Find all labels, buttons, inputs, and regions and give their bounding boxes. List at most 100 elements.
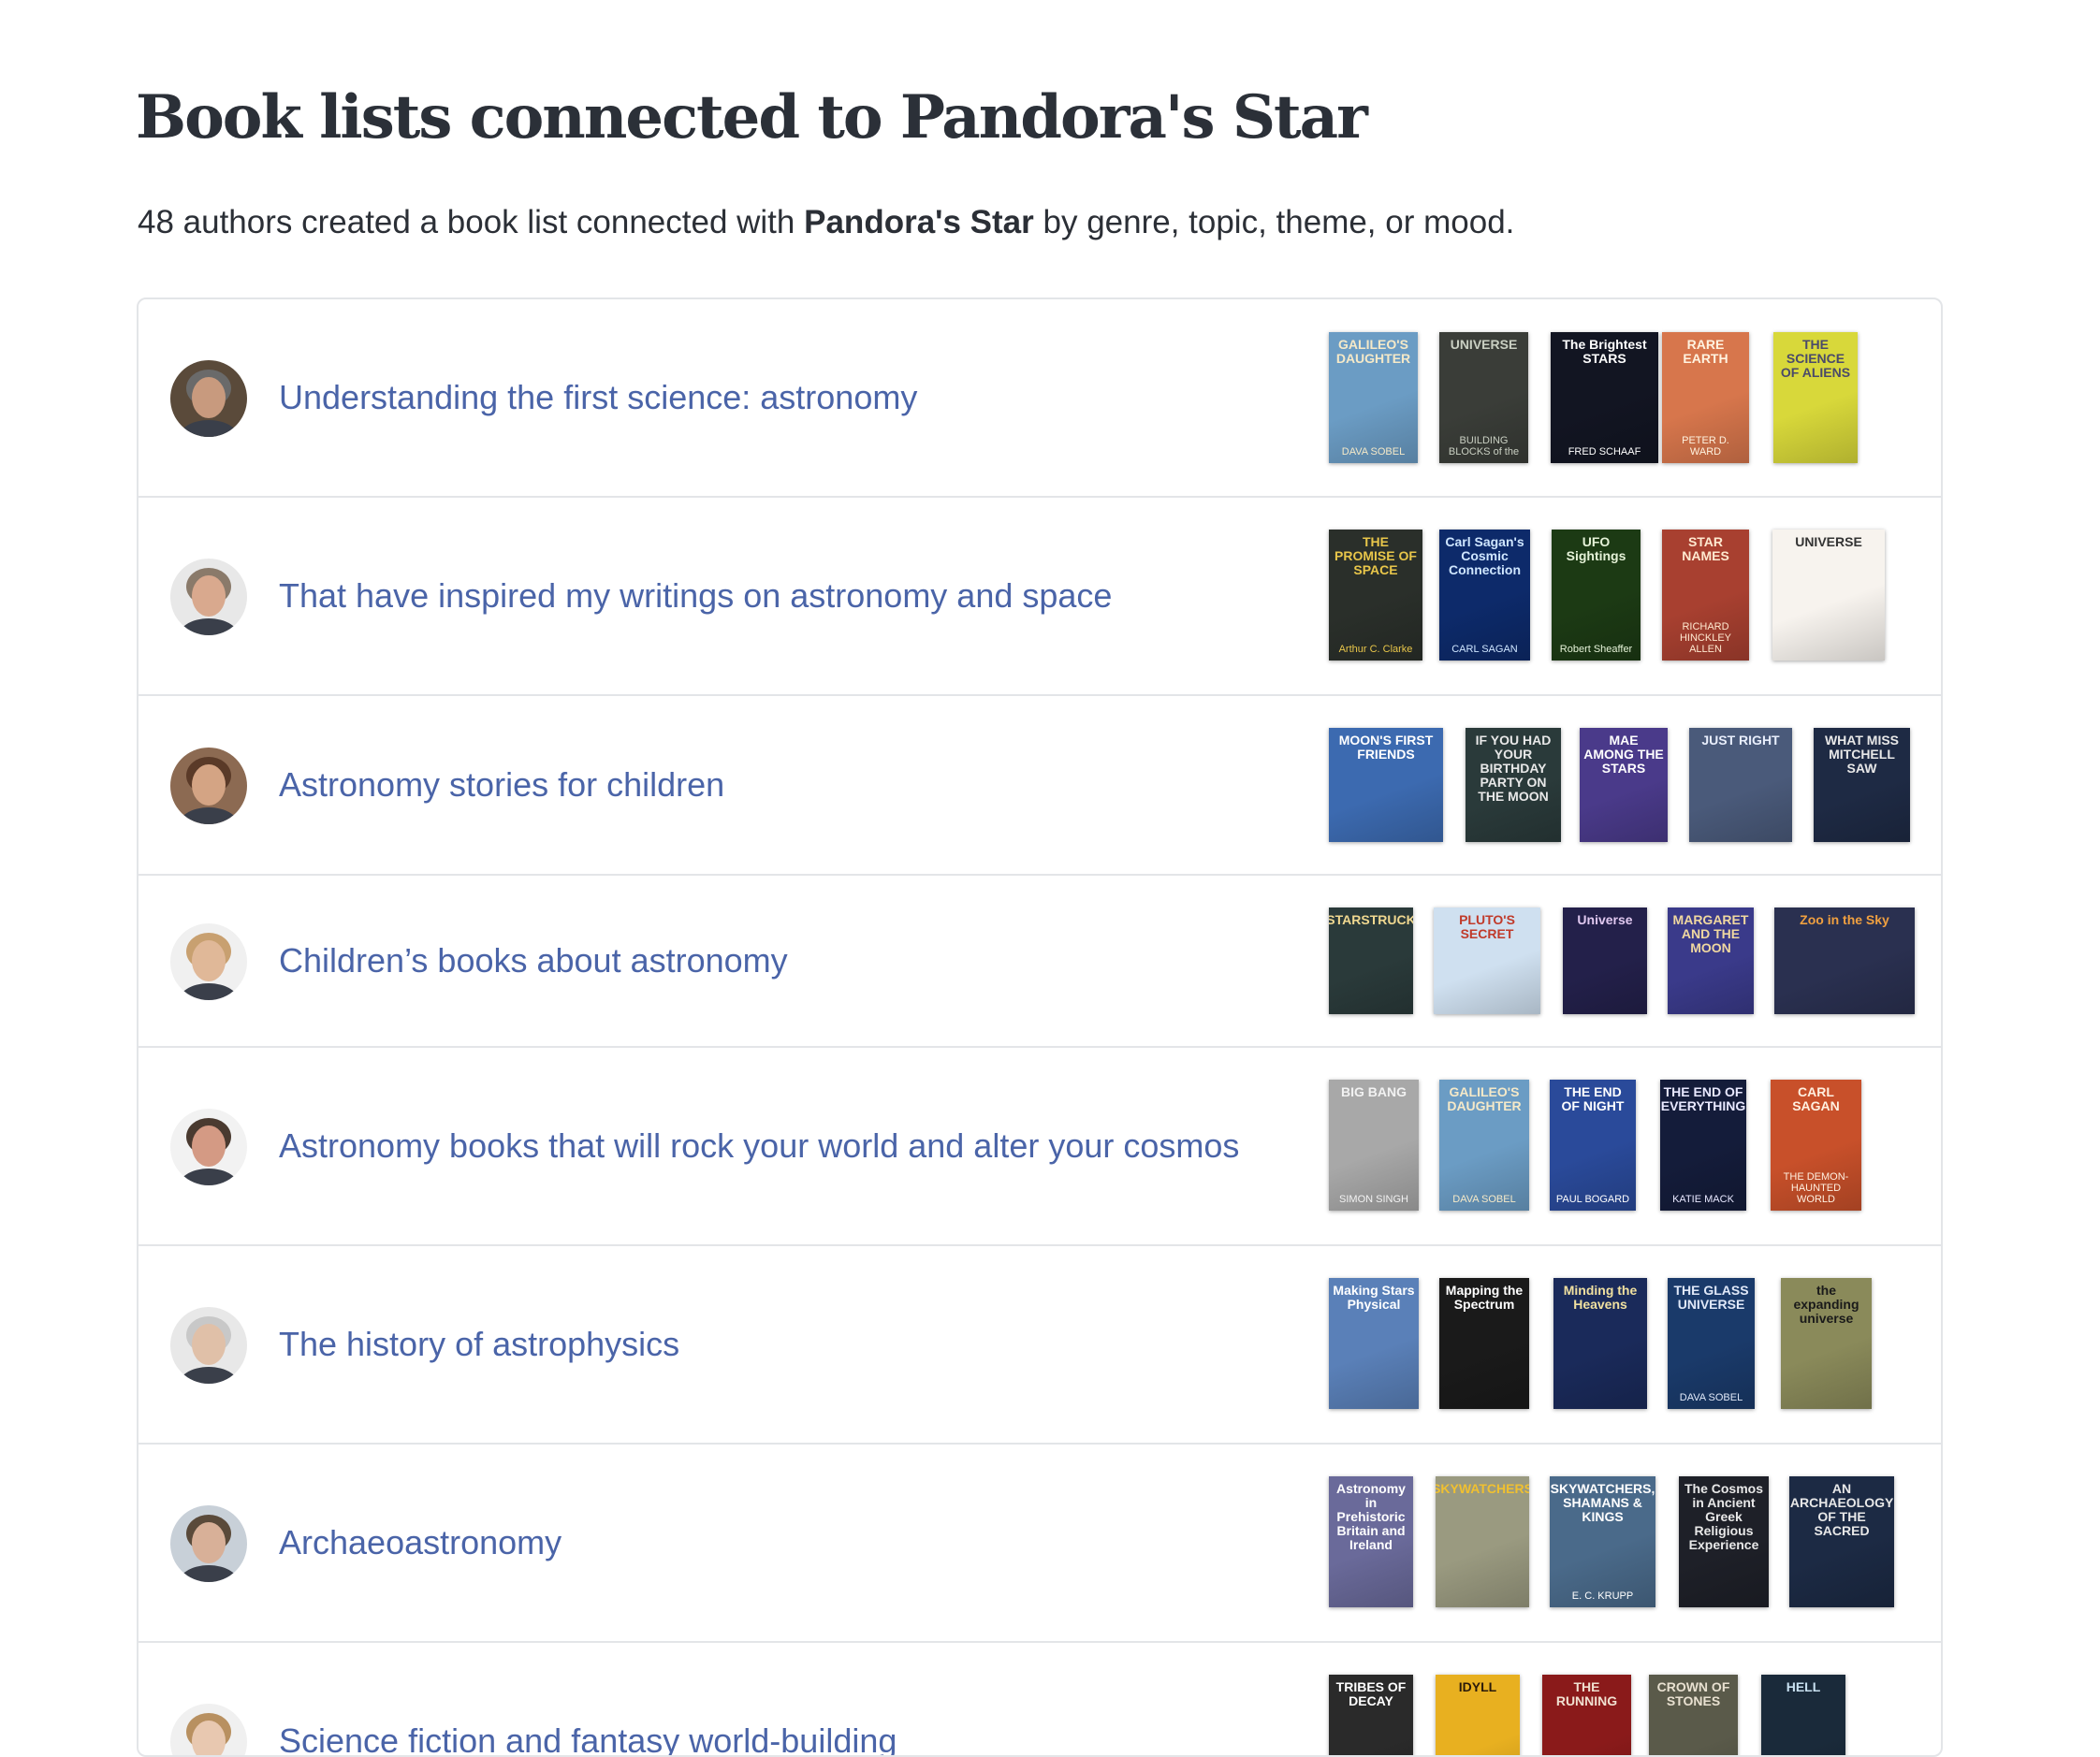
book-list-title-link[interactable]: Astronomy stories for children: [279, 765, 724, 805]
book-cover[interactable]: BIG BANG SIMON SINGH: [1329, 1080, 1419, 1211]
book-cover[interactable]: UNIVERSE BUILDING BLOCKS of the: [1439, 332, 1528, 463]
intro-book-title: Pandora's Star: [804, 204, 1034, 240]
book-cover-title: THE END OF EVERYTHING: [1660, 1084, 1746, 1113]
book-list-row[interactable]: Astronomy stories for children MOON'S FIR…: [139, 696, 1941, 876]
book-covers: Astronomy in Prehistoric Britain and Ire…: [1329, 1445, 1928, 1641]
book-cover[interactable]: TRIBES OF DECAYMICHAEL W. GARZA: [1329, 1675, 1413, 1755]
book-list-title-link[interactable]: Astronomy books that will rock your worl…: [279, 1126, 1239, 1166]
book-cover[interactable]: GALILEO'S DAUGHTER DAVA SOBEL: [1329, 332, 1418, 463]
book-cover-title: AN ARCHAEOLOGY OF THE SACRED: [1789, 1481, 1894, 1538]
book-cover[interactable]: Astronomy in Prehistoric Britain and Ire…: [1329, 1476, 1413, 1607]
book-cover-title: GALILEO'S DAUGHTER: [1335, 337, 1411, 366]
book-list-row[interactable]: Children’s books about astronomy STARSTRU…: [139, 876, 1941, 1048]
book-cover-title: CROWN OF STONES: [1656, 1679, 1730, 1708]
book-list-row[interactable]: Archaeoastronomy Astronomy in Prehistoric…: [139, 1445, 1941, 1643]
book-cover-title: Zoo in the Sky: [1800, 912, 1889, 927]
book-list-title-link[interactable]: Archaeoastronomy: [279, 1523, 561, 1562]
book-cover[interactable]: CROWN OF STONES: [1649, 1675, 1738, 1755]
book-list-title-link[interactable]: Children’s books about astronomy: [279, 941, 788, 980]
book-cover-author: SIMON SINGH: [1339, 1194, 1408, 1205]
author-avatar[interactable]: [170, 1109, 247, 1185]
book-cover[interactable]: IDYLL: [1436, 1675, 1520, 1755]
book-cover-title: Making Stars Physical: [1333, 1283, 1415, 1312]
book-cover-author: PETER D. WARD: [1682, 435, 1729, 457]
book-list-row[interactable]: Astronomy books that will rock your worl…: [139, 1048, 1941, 1246]
page-title: Book lists connected to Pandora's Star: [136, 82, 1368, 152]
book-cover[interactable]: AN ARCHAEOLOGY OF THE SACRED: [1789, 1476, 1894, 1607]
author-avatar[interactable]: [170, 559, 247, 635]
book-cover[interactable]: MAE AMONG THE STARS: [1580, 728, 1668, 842]
book-cover-title: STARSTRUCK: [1329, 912, 1413, 927]
book-cover[interactable]: Zoo in the Sky: [1774, 908, 1915, 1014]
book-cover[interactable]: UFO Sightings Robert Sheaffer: [1552, 530, 1641, 661]
book-list-row[interactable]: The history of astrophysics Making Stars …: [139, 1246, 1941, 1445]
book-cover[interactable]: UNIVERSE: [1772, 530, 1885, 661]
book-cover[interactable]: PLUTO'S SECRET: [1434, 908, 1540, 1014]
book-cover[interactable]: MOON'S FIRST FRIENDS: [1329, 728, 1443, 842]
book-cover[interactable]: Minding the Heavens: [1553, 1278, 1647, 1409]
book-cover[interactable]: Mapping the Spectrum: [1439, 1278, 1529, 1409]
book-cover[interactable]: THE RUNNING: [1542, 1675, 1631, 1755]
book-cover[interactable]: THE PROMISE OF SPACE Arthur C. Clarke: [1329, 530, 1422, 661]
book-cover[interactable]: HELL: [1761, 1675, 1845, 1755]
book-list-title-link[interactable]: That have inspired my writings on astron…: [279, 576, 1112, 616]
book-cover[interactable]: RARE EARTH PETER D. WARD: [1662, 332, 1749, 463]
book-cover[interactable]: Universe: [1563, 908, 1647, 1014]
book-cover-title: IDYLL: [1458, 1679, 1497, 1694]
book-cover[interactable]: JUST RIGHT: [1689, 728, 1792, 842]
book-covers: Making Stars Physical Mapping the Spectru…: [1329, 1246, 1928, 1443]
book-cover[interactable]: The Brightest STARS FRED SCHAAF: [1551, 332, 1658, 463]
book-cover-title: CARL SAGAN: [1792, 1084, 1840, 1113]
book-cover-author: FRED SCHAAF: [1568, 446, 1641, 457]
book-cover-title: THE END OF NIGHT: [1561, 1084, 1625, 1113]
author-avatar[interactable]: [170, 1307, 247, 1384]
book-list-title-link[interactable]: Understanding the first science: astrono…: [279, 378, 917, 417]
author-avatar[interactable]: [170, 1704, 247, 1755]
book-cover[interactable]: the expanding universe: [1781, 1278, 1872, 1409]
book-cover[interactable]: The Cosmos in Ancient Greek Religious Ex…: [1679, 1476, 1769, 1607]
book-cover-title: MARGARET AND THE MOON: [1672, 912, 1749, 955]
book-cover-title: IF YOU HAD YOUR BIRTHDAY PARTY ON THE MO…: [1475, 733, 1552, 804]
book-cover-author: Robert Sheaffer: [1559, 644, 1633, 655]
book-cover[interactable]: THE SCIENCE OF ALIENS: [1773, 332, 1858, 463]
book-cover[interactable]: CARL SAGAN THE DEMON-HAUNTED WORLD: [1771, 1080, 1861, 1211]
book-cover-author: KATIE MACK: [1672, 1194, 1734, 1205]
author-avatar[interactable]: [170, 748, 247, 824]
book-cover-title: PLUTO'S SECRET: [1459, 912, 1515, 941]
author-avatar[interactable]: [170, 1505, 247, 1582]
book-covers: THE PROMISE OF SPACE Arthur C. Clarke Carl…: [1329, 498, 1928, 694]
book-cover-title: BIG BANG: [1341, 1084, 1407, 1099]
book-cover-author: THE DEMON-HAUNTED WORLD: [1783, 1171, 1849, 1205]
intro-prefix: 48 authors created a book list connected…: [138, 204, 795, 240]
book-cover[interactable]: MARGARET AND THE MOON: [1668, 908, 1754, 1014]
book-cover-title: Minding the Heavens: [1563, 1283, 1638, 1312]
book-cover-title: TRIBES OF DECAY: [1335, 1679, 1407, 1708]
book-cover[interactable]: Making Stars Physical: [1329, 1278, 1419, 1409]
book-list-row[interactable]: Science fiction and fantasy world-buildi…: [139, 1643, 1941, 1755]
book-cover[interactable]: SKYWATCHERS, SHAMANS & KINGS E. C. KRUPP: [1550, 1476, 1655, 1607]
book-cover[interactable]: GALILEO'S DAUGHTER DAVA SOBEL: [1439, 1080, 1529, 1211]
page: Book lists connected to Pandora's Star 4…: [0, 0, 2100, 1757]
book-cover-title: Mapping the Spectrum: [1445, 1283, 1524, 1312]
book-cover[interactable]: SKYWATCHERS: [1436, 1476, 1529, 1607]
book-list-row[interactable]: Understanding the first science: astrono…: [139, 299, 1941, 498]
book-cover-title: UNIVERSE: [1795, 534, 1862, 549]
book-cover[interactable]: THE END OF EVERYTHING KATIE MACK: [1660, 1080, 1746, 1211]
book-list-title-link[interactable]: The history of astrophysics: [279, 1325, 679, 1364]
book-cover-title: THE RUNNING: [1555, 1679, 1618, 1708]
book-cover[interactable]: WHAT MISS MITCHELL SAW: [1814, 728, 1910, 842]
book-cover[interactable]: STAR NAMES RICHARD HINCKLEY ALLEN: [1662, 530, 1749, 661]
book-cover[interactable]: THE GLASS UNIVERSE DAVA SOBEL: [1668, 1278, 1755, 1409]
book-cover[interactable]: Carl Sagan's Cosmic Connection CARL SAGAN: [1439, 530, 1530, 661]
book-cover[interactable]: STARSTRUCK: [1329, 908, 1413, 1014]
book-cover-author: PAUL BOGARD: [1555, 1194, 1630, 1205]
book-cover-title: The Brightest STARS: [1562, 337, 1647, 366]
intro-text: 48 authors created a book list connected…: [138, 204, 1514, 241]
book-list-row[interactable]: That have inspired my writings on astron…: [139, 498, 1941, 696]
author-avatar[interactable]: [170, 360, 247, 437]
book-cover[interactable]: IF YOU HAD YOUR BIRTHDAY PARTY ON THE MO…: [1466, 728, 1561, 842]
book-cover[interactable]: THE END OF NIGHT PAUL BOGARD: [1550, 1080, 1636, 1211]
book-covers: STARSTRUCK PLUTO'S SECRET Universe MARGARET…: [1329, 876, 1928, 1046]
book-cover-title: MAE AMONG THE STARS: [1583, 733, 1664, 776]
author-avatar[interactable]: [170, 923, 247, 1000]
